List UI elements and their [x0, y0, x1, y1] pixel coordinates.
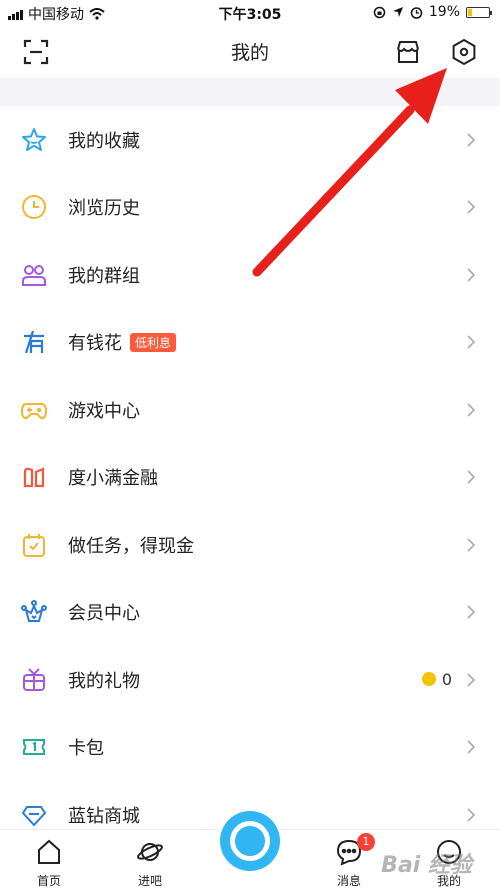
store-icon — [397, 41, 419, 63]
location-icon — [392, 7, 403, 17]
card-icon — [20, 733, 48, 761]
chevron-right-icon — [467, 403, 476, 417]
finance-icon — [20, 463, 48, 491]
menu-label: 蓝钻商城 — [68, 805, 140, 827]
calendar-task-icon — [20, 531, 48, 559]
coin-icon — [421, 672, 436, 687]
home-icon — [38, 839, 60, 864]
tab-label: 首页 — [36, 874, 61, 888]
menu-label: 度小满金融 — [68, 468, 158, 490]
menu-item-card-wallet[interactable]: 卡包 — [0, 714, 500, 782]
gift-count: 0 — [421, 669, 452, 689]
page-header: 我的 — [0, 26, 500, 78]
page-title: 我的 — [230, 42, 269, 64]
menu-item-youqianhua[interactable]: 有钱花 低利息 — [0, 309, 500, 377]
menu-item-game-center[interactable]: 游戏中心 — [0, 376, 500, 444]
chevron-right-icon — [467, 268, 476, 282]
publish-ring-icon — [230, 821, 270, 861]
section-divider — [0, 78, 500, 106]
menu-label: 卡包 — [68, 738, 104, 760]
menu-list: 我的收藏 浏览历史 我的群组 有钱花 低利息 游戏中心 度小满金融 做任务，得现… — [0, 106, 500, 849]
tab-label: 进吧 — [137, 874, 162, 888]
chevron-right-icon — [467, 808, 476, 822]
clock-icon — [20, 193, 48, 221]
gamepad-icon — [20, 396, 48, 424]
battery-percent: 19% — [428, 4, 460, 20]
settings-icon — [452, 38, 476, 66]
menu-label: 做任务，得现金 — [68, 535, 194, 557]
store-button[interactable] — [392, 36, 424, 68]
menu-label: 我的礼物 — [68, 670, 140, 692]
center-publish-button[interactable] — [217, 808, 283, 874]
crown-icon — [20, 598, 48, 626]
chevron-right-icon — [467, 470, 476, 484]
menu-item-duxiaoman-finance[interactable]: 度小满金融 — [0, 444, 500, 512]
settings-button[interactable] — [448, 36, 480, 68]
menu-label: 我的群组 — [68, 265, 140, 287]
gift-icon — [20, 666, 48, 694]
message-count-badge: 1 — [357, 833, 375, 851]
diamond-icon — [20, 801, 48, 829]
menu-label: 会员中心 — [68, 603, 140, 625]
group-icon — [20, 261, 48, 289]
status-bar: 中国移动 下午3:05 19% — [0, 0, 500, 26]
chevron-right-icon — [467, 605, 476, 619]
rotation-lock-icon — [373, 6, 386, 18]
gift-count-value: 0 — [441, 669, 452, 689]
watermark: Bai 经验 — [381, 853, 472, 878]
battery-icon — [466, 6, 492, 18]
menu-item-history[interactable]: 浏览历史 — [0, 174, 500, 242]
chevron-right-icon — [467, 740, 476, 754]
menu-label: 游戏中心 — [68, 400, 140, 422]
youqianhua-icon — [20, 328, 48, 356]
chevron-right-icon — [467, 133, 476, 147]
low-interest-badge: 低利息 — [130, 332, 177, 352]
menu-item-favorites[interactable]: 我的收藏 — [0, 106, 500, 174]
chevron-right-icon — [467, 200, 476, 214]
tab-home[interactable]: 首页 — [19, 838, 79, 889]
chevron-right-icon — [467, 335, 476, 349]
chevron-right-icon — [467, 673, 476, 687]
planet-icon — [137, 843, 163, 861]
menu-item-groups[interactable]: 我的群组 — [0, 241, 500, 309]
menu-label: 我的收藏 — [68, 130, 140, 152]
menu-item-my-gifts[interactable]: 我的礼物 0 — [0, 646, 500, 714]
menu-label: 有钱花 — [68, 333, 122, 355]
menu-item-tasks-cash[interactable]: 做任务，得现金 — [0, 511, 500, 579]
menu-item-member-center[interactable]: 会员中心 — [0, 579, 500, 647]
menu-label: 浏览历史 — [68, 198, 140, 220]
star-icon — [20, 126, 48, 154]
chevron-right-icon — [467, 538, 476, 552]
tab-label: 消息 — [336, 874, 361, 888]
tab-jinba[interactable]: 进吧 — [120, 838, 180, 889]
alarm-icon — [410, 6, 423, 19]
